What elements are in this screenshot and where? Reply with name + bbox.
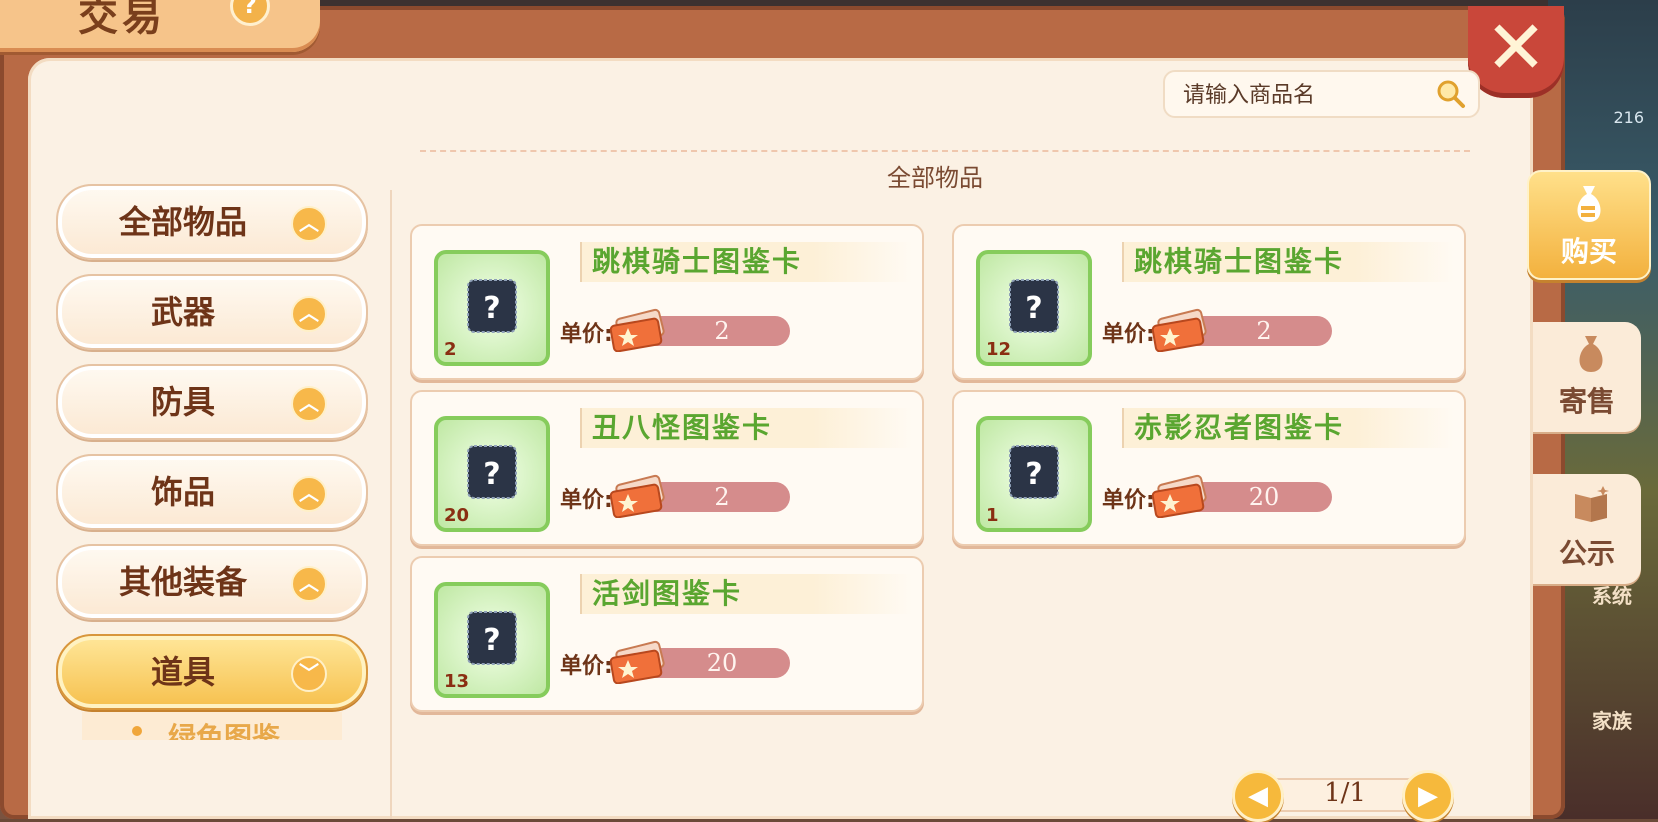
item-icon-frame: ? 13 (434, 582, 550, 698)
item-name: 活剑图鉴卡 (592, 577, 743, 610)
price-label: 单价: (1102, 322, 1155, 347)
ticket-icon (609, 308, 665, 352)
money-bag-icon (1577, 186, 1601, 222)
category-armor[interactable]: 防具 ︿ (56, 364, 368, 440)
sack-icon (1579, 336, 1603, 372)
section-title: 全部物品 (887, 164, 983, 192)
category-label: 全部物品 (118, 203, 247, 241)
category-label: 防具 (150, 383, 215, 421)
item-icon-frame: ? 1 (976, 416, 1092, 532)
subcategory-green-codex[interactable]: 绿色图鉴 (82, 712, 342, 740)
mystery-card-icon: ? (1009, 279, 1059, 333)
price-label: 单价: (560, 322, 613, 347)
ticket-icon (609, 640, 665, 684)
svg-text:?: ? (483, 291, 500, 326)
item-card[interactable]: ? 13 活剑图鉴卡单价: 20 (410, 556, 924, 712)
category-weapons[interactable]: 武器 ︿ (56, 274, 368, 350)
close-button[interactable]: ✕ (1468, 6, 1564, 98)
item-quantity: 12 (986, 339, 1012, 360)
mystery-card-icon: ? (467, 445, 517, 499)
svg-text:?: ? (483, 623, 500, 658)
search-icon[interactable] (1435, 78, 1467, 110)
item-price: 2 (714, 483, 730, 511)
category-accessories[interactable]: 饰品 ︿ (56, 454, 368, 530)
tab-label: 购买 (1560, 235, 1617, 268)
svg-text:?: ? (1025, 291, 1042, 326)
item-name-bar: 丑八怪图鉴卡 (580, 408, 912, 448)
item-quantity: 2 (444, 339, 457, 360)
price-label: 单价: (1102, 488, 1155, 513)
next-page-button[interactable]: ▶ (1402, 770, 1454, 822)
chevron-up-icon: ︿ (291, 206, 327, 242)
tab-label: 寄售 (1558, 385, 1615, 418)
tab-buy[interactable]: 购买 (1527, 170, 1651, 280)
tab-label: 公示 (1558, 537, 1615, 570)
svg-text:?: ? (483, 457, 500, 492)
mystery-card-icon: ? (1009, 445, 1059, 499)
section-divider (420, 150, 1470, 152)
page-indicator: 1/1 (1324, 778, 1366, 808)
item-price: 2 (1256, 317, 1272, 345)
prev-page-button[interactable]: ◀ (1232, 770, 1284, 822)
ticket-icon (1151, 308, 1207, 352)
category-props[interactable]: 道具 ﹀ (56, 634, 368, 710)
svg-text:?: ? (1025, 457, 1042, 492)
item-name: 跳棋骑士图鉴卡 (592, 245, 803, 278)
item-quantity: 20 (444, 505, 470, 526)
item-name-bar: 活剑图鉴卡 (580, 574, 912, 614)
item-price: 20 (706, 649, 738, 677)
item-name-bar: 跳棋骑士图鉴卡 (1122, 242, 1454, 282)
item-quantity: 13 (444, 671, 470, 692)
item-quantity: 1 (986, 505, 999, 526)
window-title: 交易 (78, 0, 166, 40)
item-price: 2 (714, 317, 730, 345)
category-label: 其他装备 (118, 563, 247, 601)
item-card[interactable]: ? 12 跳棋骑士图鉴卡单价: 2 (952, 224, 1466, 380)
chevron-up-icon: ︿ (291, 296, 327, 332)
tab-announcement[interactable]: 公示 (1533, 474, 1641, 584)
bullet-icon (132, 726, 142, 736)
category-other-equipment[interactable]: 其他装备 ︿ (56, 544, 368, 620)
category-divider (390, 190, 392, 819)
chevron-up-icon: ︿ (291, 386, 327, 422)
ticket-icon (609, 474, 665, 518)
background-number: 216 (1613, 108, 1644, 127)
background-text-system: 系统 (1592, 584, 1632, 608)
item-icon-frame: ? 12 (976, 250, 1092, 366)
tab-consign[interactable]: 寄售 (1533, 322, 1641, 432)
item-card[interactable]: ? 1 赤影忍者图鉴卡 单价: 20 (952, 390, 1466, 546)
category-label: 武器 (150, 293, 215, 331)
subcategory-label: 绿色图鉴 (168, 721, 281, 740)
price-label: 单价: (560, 654, 613, 679)
item-icon-frame: ? 2 (434, 250, 550, 366)
item-card[interactable]: ? 20 丑八怪图鉴卡单价: 2 (410, 390, 924, 546)
category-label: 道具 (150, 653, 215, 691)
category-all-items[interactable]: 全部物品 ︿ (56, 184, 368, 260)
mystery-card-icon: ? (467, 611, 517, 665)
item-price: 20 (1248, 483, 1280, 511)
search-box (1163, 70, 1480, 118)
title-tab: 交易 ? (0, 0, 320, 52)
chevron-up-icon: ︿ (291, 476, 327, 512)
item-card[interactable]: ? 2 跳棋骑士图鉴卡 单价: 2 (410, 224, 924, 380)
item-name: 跳棋骑士图鉴卡 (1134, 245, 1345, 278)
item-name-bar: 跳棋骑士图鉴卡 (580, 242, 912, 282)
chevron-down-icon: ﹀ (291, 656, 327, 692)
category-label: 饰品 (150, 473, 215, 511)
ticket-icon (1151, 474, 1207, 518)
book-icon (1575, 486, 1609, 522)
search-input[interactable] (1181, 72, 1425, 118)
item-icon-frame: ? 20 (434, 416, 550, 532)
background-text-family: 家族 (1592, 709, 1632, 733)
mystery-card-icon: ? (467, 279, 517, 333)
item-name-bar: 赤影忍者图鉴卡 (1122, 408, 1454, 448)
item-name: 丑八怪图鉴卡 (592, 411, 773, 444)
price-label: 单价: (560, 488, 613, 513)
help-icon[interactable]: ? (230, 0, 270, 26)
chevron-up-icon: ︿ (291, 566, 327, 602)
item-name: 赤影忍者图鉴卡 (1134, 411, 1345, 444)
